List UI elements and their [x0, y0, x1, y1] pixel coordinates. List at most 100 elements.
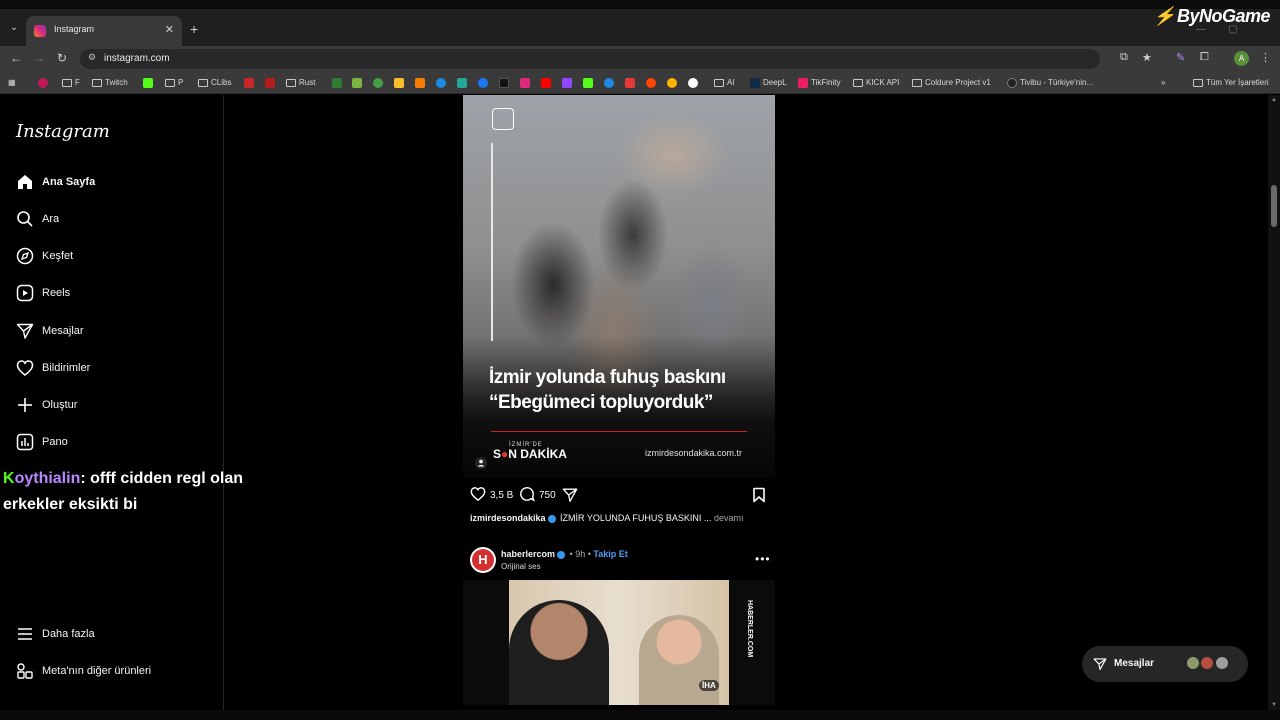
caption-text: İZMİR YOLUNDA FUHUŞ BASKINI ... — [560, 513, 712, 523]
site-info-icon[interactable]: ⚙ — [88, 52, 96, 63]
nav-notifications-label: Bildirimler — [42, 362, 91, 374]
bookmark-red-icon[interactable] — [244, 76, 257, 90]
compass-icon — [16, 247, 34, 265]
bookmark-ico-1[interactable] — [332, 76, 345, 90]
page-scrollbar[interactable]: ▲ ▼ — [1268, 95, 1280, 710]
kick-icon[interactable] — [583, 76, 596, 90]
browser-tab-instagram[interactable]: Instagram ✕ — [26, 16, 182, 46]
save-bookmark-icon[interactable] — [752, 487, 766, 503]
media-headline: İzmir yolunda fuhuş baskını “Ebegümeci t… — [489, 365, 759, 415]
bookmark-tikfinity[interactable]: TikFinity — [798, 76, 840, 90]
bookmark-red2-icon[interactable] — [265, 76, 278, 90]
post2-audio[interactable]: Orijinal ses — [501, 562, 541, 571]
nav-more[interactable]: Daha fazla — [16, 625, 206, 647]
bookmark-folder-rust[interactable]: Rust — [286, 76, 315, 90]
share-send-icon[interactable] — [562, 487, 578, 503]
post2-media-video[interactable]: HABERLER.COM İHA — [463, 580, 775, 705]
tab-search-icon[interactable]: ⌄ — [6, 20, 22, 36]
bookmark-folder-ai[interactable]: AI — [714, 76, 735, 90]
bookmark-ico-2[interactable] — [352, 76, 365, 90]
address-bar[interactable]: ⚙ instagram.com — [80, 49, 1100, 69]
bookmark-ico-r[interactable] — [604, 76, 617, 90]
nav-search[interactable]: Ara — [16, 210, 206, 232]
instagram-logo[interactable]: Instagram — [16, 121, 110, 142]
new-tab-icon[interactable]: + — [190, 21, 198, 37]
post2-avatar[interactable]: H — [470, 547, 496, 573]
menu-kebab-icon[interactable]: ⋮ — [1260, 51, 1271, 64]
bookmark-star-icon[interactable]: ★ — [1142, 51, 1152, 64]
stream-bottom-bar — [0, 710, 1280, 720]
nav-dashboard[interactable]: Pano — [16, 433, 206, 455]
caption-more-link[interactable]: devamı — [714, 513, 744, 523]
bookmark-ico-5[interactable] — [415, 76, 428, 90]
apps-icon[interactable]: ▦ — [8, 76, 16, 90]
nav-messages[interactable]: Mesajlar — [16, 322, 206, 344]
tiktok-icon[interactable] — [499, 76, 512, 90]
profile-avatar[interactable]: A — [1234, 51, 1249, 66]
bookmark-ico-6[interactable] — [436, 76, 449, 90]
close-tab-icon[interactable]: ✕ — [165, 23, 174, 36]
github-icon[interactable] — [688, 76, 701, 90]
bookmark-deepl[interactable]: DeepL — [750, 76, 787, 90]
post2-username[interactable]: haberlercom — [501, 549, 555, 559]
timer-icon — [492, 108, 514, 130]
bookmark-ico-8[interactable] — [625, 76, 638, 90]
back-icon[interactable]: ← — [10, 51, 22, 65]
home-icon — [18, 175, 32, 189]
bookmark-folder-p[interactable]: P — [165, 76, 183, 90]
bookmark-folder-kick-api[interactable]: KICK API — [853, 76, 899, 90]
facebook-icon[interactable] — [478, 76, 491, 90]
nav-notifications[interactable]: Bildirimler — [16, 359, 206, 381]
scroll-up-icon[interactable]: ▲ — [1271, 97, 1277, 103]
post2-time-dot: • — [569, 549, 573, 559]
follow-button[interactable]: Takip Et — [593, 549, 627, 559]
post2-video-frame: HABERLER.COM İHA — [509, 580, 753, 705]
twitch-icon[interactable] — [562, 76, 575, 90]
post2-options-icon[interactable]: ••• — [755, 552, 771, 566]
extension-pen-icon[interactable]: ✎ — [1176, 51, 1185, 64]
bookmark-tivibu[interactable]: Tivibu - Türkiye'nin... — [1007, 76, 1093, 90]
reload-icon[interactable]: ↻ — [57, 51, 67, 65]
nav-create-label: Oluştur — [42, 399, 78, 411]
bookmark-folder-clibs[interactable]: CLibs — [198, 76, 231, 90]
messages-floating-button[interactable]: Mesajlar — [1082, 646, 1248, 682]
message-avatar-2 — [1200, 656, 1215, 670]
comment-icon[interactable] — [519, 486, 535, 502]
bookmark-ico-9[interactable] — [667, 76, 680, 90]
bookmark-folder-f[interactable]: F — [62, 76, 80, 90]
bookmark-green-icon[interactable] — [143, 76, 156, 90]
nav-dashboard-label: Pano — [42, 436, 68, 448]
nav-reels[interactable]: Reels — [16, 284, 206, 306]
bookmark-ico-7[interactable] — [457, 76, 470, 90]
scroll-down-icon[interactable]: ▼ — [1271, 702, 1277, 708]
bookmark-folder-twitch[interactable]: Twitch — [92, 76, 128, 90]
post-caption: izmirdesondakika İZMİR YOLUNDA FUHUŞ BAS… — [470, 513, 743, 523]
extensions-icon[interactable]: ⧠ — [1200, 51, 1209, 64]
instagram-bookmark-icon[interactable] — [520, 76, 533, 90]
post-media-video[interactable]: İzmir yolunda fuhuş baskını “Ebegümeci t… — [463, 95, 775, 479]
youtube-icon[interactable] — [541, 76, 554, 90]
bookmark-folder-all[interactable]: Tüm Yer İşaretleri — [1193, 76, 1269, 90]
bookmark-folder-coldure[interactable]: Coldure Project v1 — [912, 76, 991, 90]
forward-icon[interactable]: → — [33, 51, 45, 65]
bookmarks-overflow-icon[interactable]: » — [1161, 76, 1165, 90]
bookmark-badge-icon[interactable] — [38, 76, 51, 90]
stream-top-bar — [0, 0, 1280, 9]
nav-explore[interactable]: Keşfet — [16, 247, 206, 269]
tab-title: Instagram — [54, 24, 95, 34]
reddit-icon[interactable] — [646, 76, 659, 90]
install-app-icon[interactable]: ⧉ — [1120, 51, 1128, 64]
nav-home-label: Ana Sayfa — [42, 176, 96, 188]
nav-meta-products[interactable]: Meta'nın diğer ürünleri — [16, 662, 206, 684]
caption-username[interactable]: izmirdesondakika — [470, 513, 546, 523]
tagged-user-icon[interactable] — [475, 457, 487, 469]
nav-create[interactable]: Oluştur — [16, 396, 206, 418]
bookmark-ico-3[interactable] — [373, 76, 386, 90]
like-heart-icon[interactable] — [470, 486, 486, 502]
bookmark-ico-4[interactable] — [394, 76, 407, 90]
screen: ⌄ Instagram ✕ + — ▢ ⚡ ByNoGame ← → ↻ ⚙ in… — [0, 0, 1280, 720]
hamburger-menu-icon — [18, 628, 32, 640]
nav-home[interactable]: Ana Sayfa — [16, 173, 206, 195]
scroll-thumb[interactable] — [1271, 185, 1277, 227]
reels-icon — [16, 284, 34, 302]
